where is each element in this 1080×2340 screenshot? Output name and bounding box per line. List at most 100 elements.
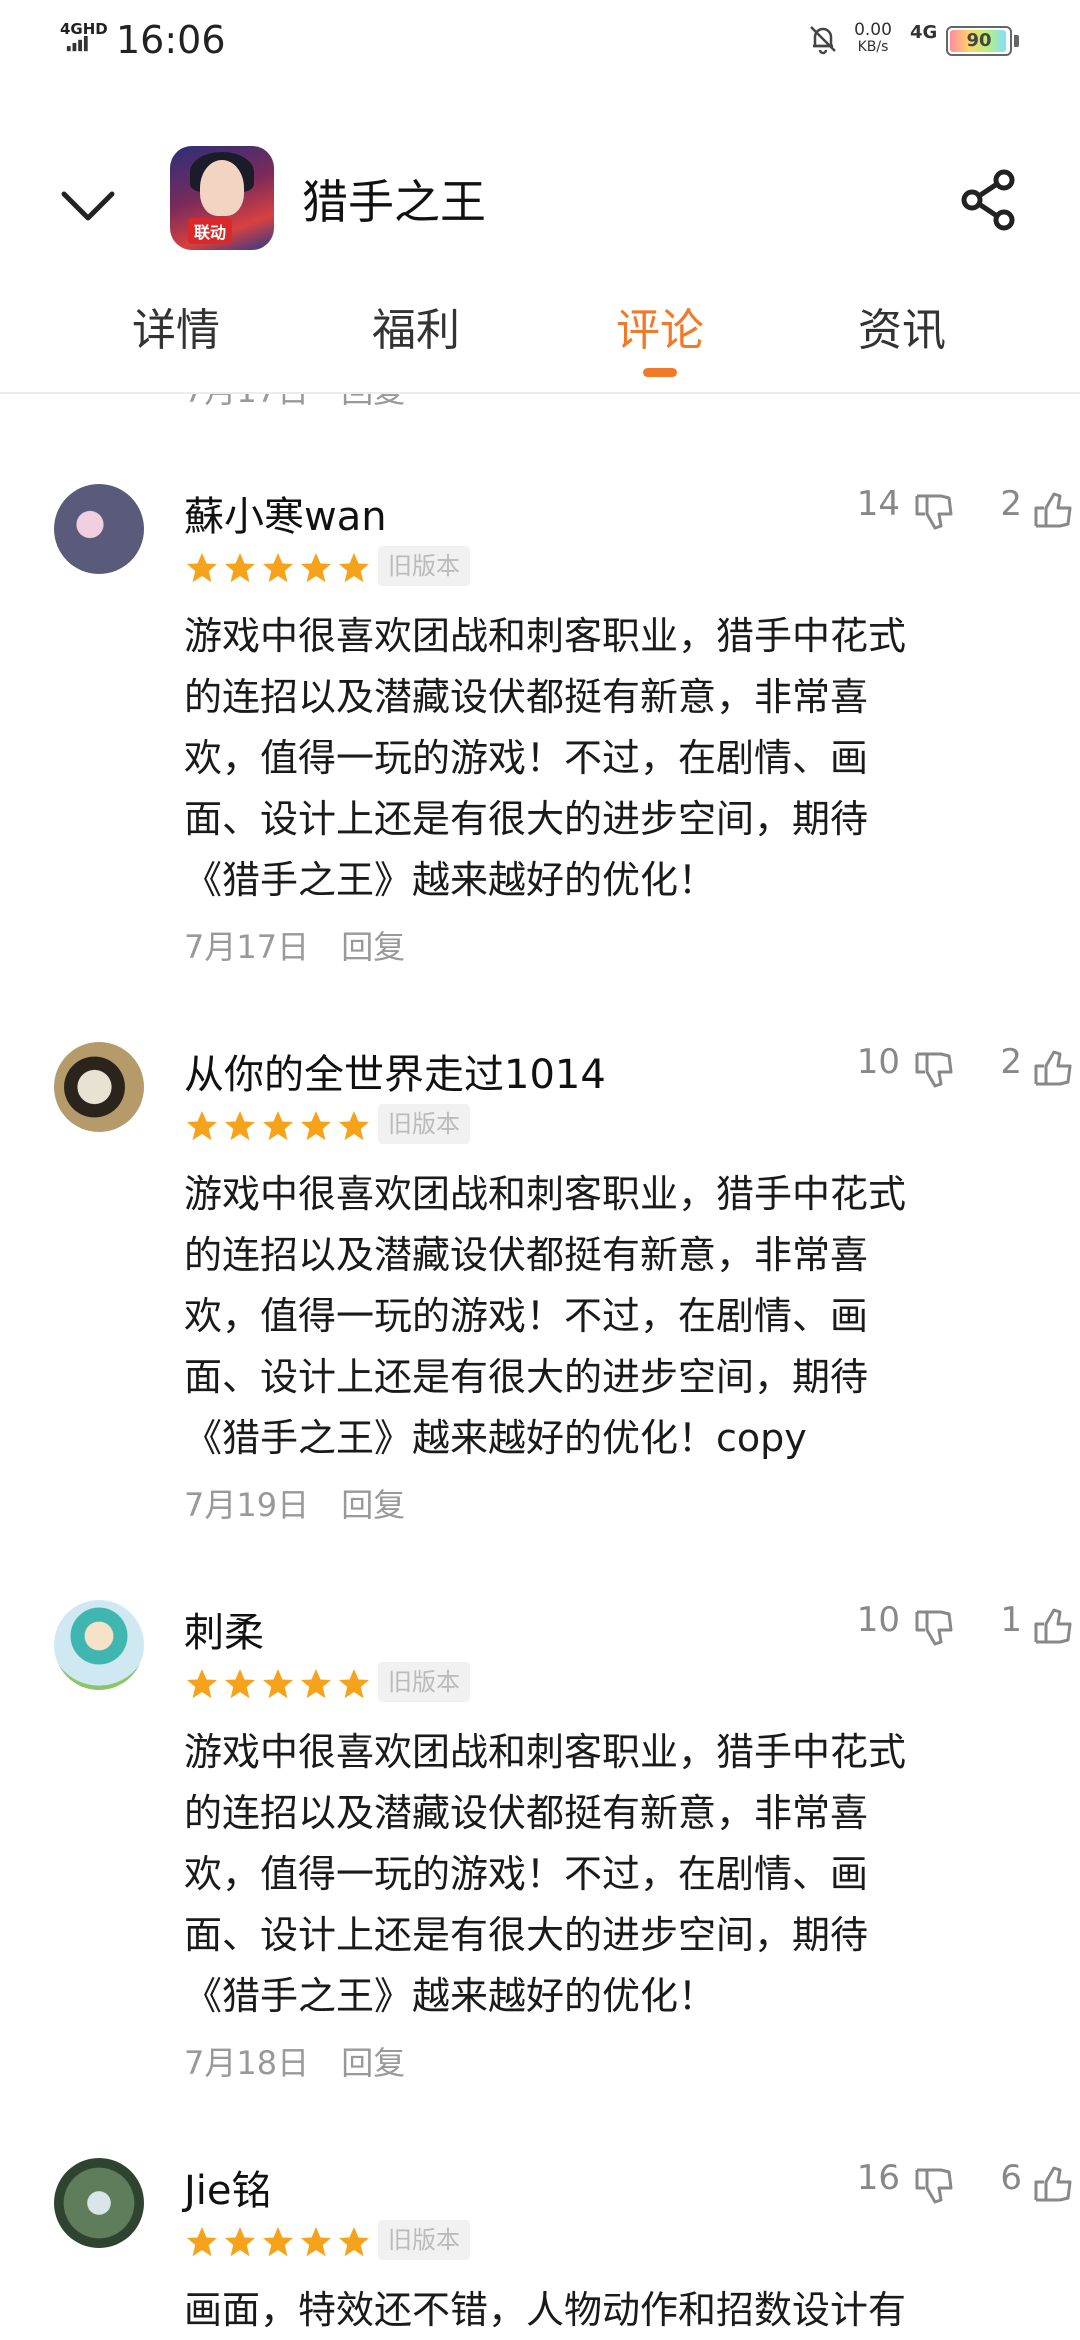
comment-line: 游戏中很喜欢团战和刺客职业，猎手中花式 xyxy=(184,1172,907,1216)
version-tag: 旧版本 xyxy=(378,546,470,586)
battery-level: 90 xyxy=(966,30,992,51)
star-icon xyxy=(263,1669,293,1699)
signal-icon xyxy=(66,36,88,52)
dislike-count: 10 xyxy=(856,1600,900,1640)
comment-body: 画面，特效还不错，人物动作和招数设计有 xyxy=(184,2280,1004,2340)
comment-body: 游戏中很喜欢团战和刺客职业，猎手中花式 的连招以及潜藏设伏都挺有新意，非常喜 欢… xyxy=(184,1164,1004,1469)
like-count: 6 xyxy=(1000,2158,1022,2198)
dislike-button[interactable]: 10 xyxy=(856,1600,953,1652)
app-icon-face xyxy=(200,160,244,216)
comment-date: 7月17日 xyxy=(184,928,310,966)
tab-news[interactable]: 资讯 xyxy=(822,294,982,358)
thumbs-up-icon xyxy=(1034,1608,1072,1644)
thumbs-up-icon xyxy=(1034,2166,1072,2202)
comment-meta: 7月18日 回复 xyxy=(184,2038,405,2084)
thumbs-down-icon xyxy=(915,2168,953,2204)
battery-tip xyxy=(1014,35,1019,47)
like-button[interactable]: 6 xyxy=(1000,2158,1072,2210)
star-icon xyxy=(187,2227,217,2257)
comment-meta: 7月17日 回复 xyxy=(184,922,405,968)
comment-body: 游戏中很喜欢团战和刺客职业，猎手中花式 的连招以及潜藏设伏都挺有新意，非常喜 欢… xyxy=(184,1722,1004,2027)
like-count: 1 xyxy=(1000,1600,1022,1640)
like-button[interactable]: 2 xyxy=(1000,484,1072,536)
thumbs-up-icon xyxy=(1034,492,1072,528)
previous-comment-meta: 7月17日 回复 xyxy=(184,394,405,412)
star-icon xyxy=(187,1669,217,1699)
dislike-count: 10 xyxy=(856,1042,900,1082)
app-icon-badge: 联动 xyxy=(188,218,233,244)
chevron-down-icon[interactable] xyxy=(58,176,118,236)
avatar[interactable] xyxy=(54,2158,144,2248)
tab-comments[interactable]: 评论 xyxy=(580,294,740,358)
comment-line: 欢，值得一玩的游戏！不过，在剧情、画 xyxy=(184,1294,869,1338)
comment-line: 欢，值得一玩的游戏！不过，在剧情、画 xyxy=(184,736,869,780)
username[interactable]: Jie铭 xyxy=(184,2158,272,2216)
comment-line: 面、设计上还是有很大的进步空间，期待 xyxy=(184,797,869,841)
bell-off-icon xyxy=(810,26,836,55)
dislike-button[interactable]: 16 xyxy=(856,2158,953,2210)
username[interactable]: 刺柔 xyxy=(184,1600,264,1658)
like-button[interactable]: 2 xyxy=(1000,1042,1072,1094)
username[interactable]: 从你的全世界走过1014 xyxy=(184,1042,606,1100)
comment-body: 游戏中很喜欢团战和刺客职业，猎手中花式 的连招以及潜藏设伏都挺有新意，非常喜 欢… xyxy=(184,606,1004,911)
tab-bar: 详情 福利 评论 资讯 xyxy=(0,294,1080,384)
comment-date: 7月19日 xyxy=(184,1486,310,1524)
star-icon xyxy=(225,2227,255,2257)
comment-meta: 7月19日 回复 xyxy=(184,1480,405,1526)
thumbs-down-icon xyxy=(915,494,953,530)
network-speed: 0.00 KB/s xyxy=(846,22,900,56)
star-icon xyxy=(339,1669,369,1699)
reply-link[interactable]: 回复 xyxy=(341,2044,405,2082)
dislike-count: 16 xyxy=(856,2158,900,2198)
tab-benefits[interactable]: 福利 xyxy=(336,294,496,358)
star-icon xyxy=(263,1111,293,1141)
star-icon xyxy=(301,553,331,583)
dislike-count: 14 xyxy=(856,484,900,524)
star-icon xyxy=(339,553,369,583)
tab-active-indicator xyxy=(643,368,677,377)
reply-link[interactable]: 回复 xyxy=(341,928,405,966)
star-icon xyxy=(263,553,293,583)
share-icon[interactable] xyxy=(958,168,1022,232)
comment-line: 欢，值得一玩的游戏！不过，在剧情、画 xyxy=(184,1852,869,1896)
app-icon: 联动 xyxy=(170,146,274,250)
avatar[interactable] xyxy=(54,1600,144,1690)
speed-unit: KB/s xyxy=(857,39,889,55)
comment-line: 的连招以及潜藏设伏都挺有新意，非常喜 xyxy=(184,675,869,719)
star-icon xyxy=(301,1669,331,1699)
comment-line: 的连招以及潜藏设伏都挺有新意，非常喜 xyxy=(184,1791,869,1835)
version-tag: 旧版本 xyxy=(378,1662,470,1702)
reply-link[interactable]: 回复 xyxy=(341,394,405,410)
avatar[interactable] xyxy=(54,484,144,574)
username[interactable]: 蘇小寒wan xyxy=(184,484,387,542)
avatar[interactable] xyxy=(54,1042,144,1132)
thumbs-up-icon xyxy=(1034,1050,1072,1086)
star-icon xyxy=(187,553,217,583)
star-icon xyxy=(187,1111,217,1141)
like-count: 2 xyxy=(1000,484,1022,524)
reply-link[interactable]: 回复 xyxy=(341,1486,405,1524)
network-type: 4G xyxy=(910,22,938,43)
comment-line: 面、设计上还是有很大的进步空间，期待 xyxy=(184,1355,869,1399)
tab-details[interactable]: 详情 xyxy=(96,294,256,358)
version-tag: 旧版本 xyxy=(378,1104,470,1144)
star-icon xyxy=(225,1669,255,1699)
star-icon xyxy=(301,1111,331,1141)
dislike-button[interactable]: 14 xyxy=(856,484,953,536)
comment-list[interactable]: 7月17日 回复 蘇小寒wan 14 2 旧版本 游戏中很喜欢团战和刺客职业，猎… xyxy=(0,394,1080,2340)
comment-line: 画面，特效还不错，人物动作和招数设计有 xyxy=(184,2288,907,2332)
status-bar: 4GHD 16:06 0.00 KB/s 4G 90 xyxy=(0,0,1080,84)
comment-line: 游戏中很喜欢团战和刺客职业，猎手中花式 xyxy=(184,1730,907,1774)
dislike-button[interactable]: 10 xyxy=(856,1042,953,1094)
star-icon xyxy=(339,1111,369,1141)
star-icon xyxy=(339,2227,369,2257)
like-count: 2 xyxy=(1000,1042,1022,1082)
thumbs-down-icon xyxy=(915,1610,953,1646)
comment-date: 7月18日 xyxy=(184,2044,310,2082)
star-icon xyxy=(263,2227,293,2257)
like-button[interactable]: 1 xyxy=(1000,1600,1072,1652)
thumbs-down-icon xyxy=(915,1052,953,1088)
version-tag: 旧版本 xyxy=(378,2220,470,2260)
battery-icon: 90 xyxy=(946,26,1012,56)
comment-line: 《猎手之王》越来越好的优化！ xyxy=(184,858,717,902)
